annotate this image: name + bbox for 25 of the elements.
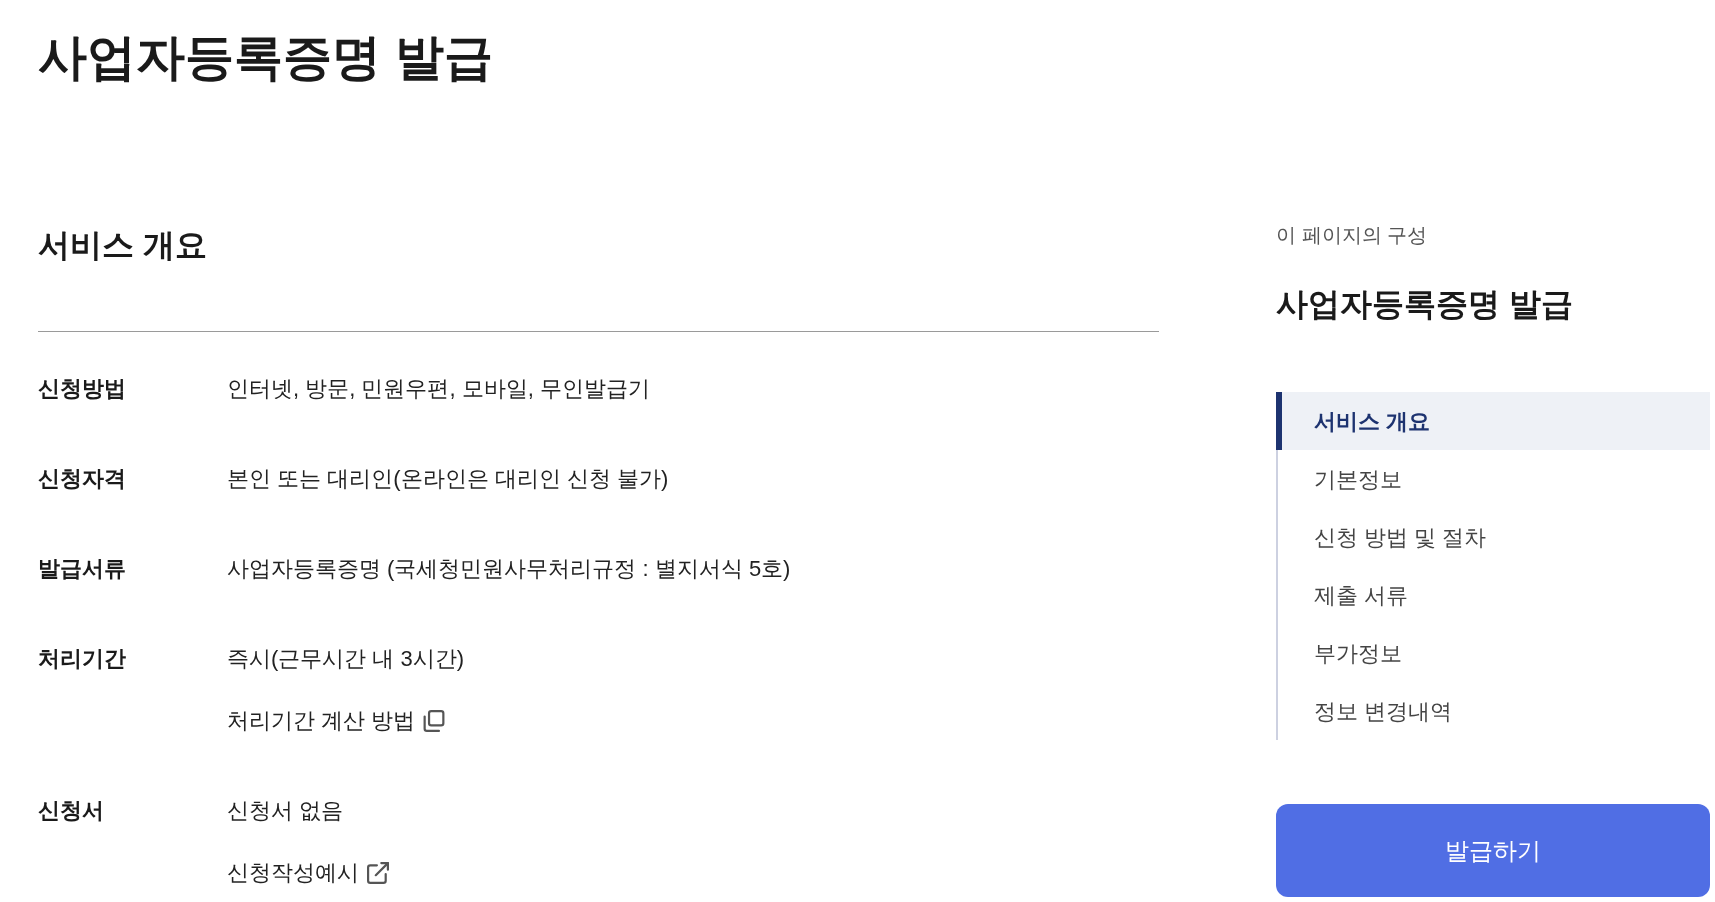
row-value: 즉시(근무시간 내 3시간) [227,645,465,673]
row-value: 신청서 없음 [227,797,344,825]
toc-title: 사업자등록증명 발급 [1276,285,1573,324]
issue-button[interactable]: 발급하기 [1276,804,1710,897]
toc-item[interactable]: 신청 방법 및 절차 [1278,508,1710,566]
row-label: 처리기간 [38,645,126,673]
row-value: 본인 또는 대리인(온라인은 대리인 신청 불가) [227,465,669,493]
row-label: 신청자격 [38,465,126,493]
toc-item[interactable]: 기본정보 [1278,450,1710,508]
row-label: 신청서 [38,797,104,825]
toc-item[interactable]: 부가정보 [1278,624,1710,682]
row-value: 사업자등록증명 (국세청민원사무처리규정 : 별지서식 5호) [227,555,791,583]
row-value: 인터넷, 방문, 민원우편, 모바일, 무인발급기 [227,375,650,403]
copy-icon [423,710,446,732]
toc-item[interactable]: 제출 서류 [1278,566,1710,624]
external-link[interactable]: 신청작성예시 [227,857,389,889]
external-link-icon [367,862,389,884]
toc-item[interactable]: 정보 변경내역 [1278,682,1710,740]
toc-caption: 이 페이지의 구성 [1276,223,1428,248]
row-label: 신청방법 [38,375,126,403]
section-title: 서비스 개요 [38,226,207,265]
row-label: 발급서류 [38,555,126,583]
toc-item[interactable]: 서비스 개요 [1276,392,1710,450]
popup-link[interactable]: 처리기간 계산 방법 [227,705,446,737]
page-title: 사업자등록증명 발급 [38,29,493,86]
